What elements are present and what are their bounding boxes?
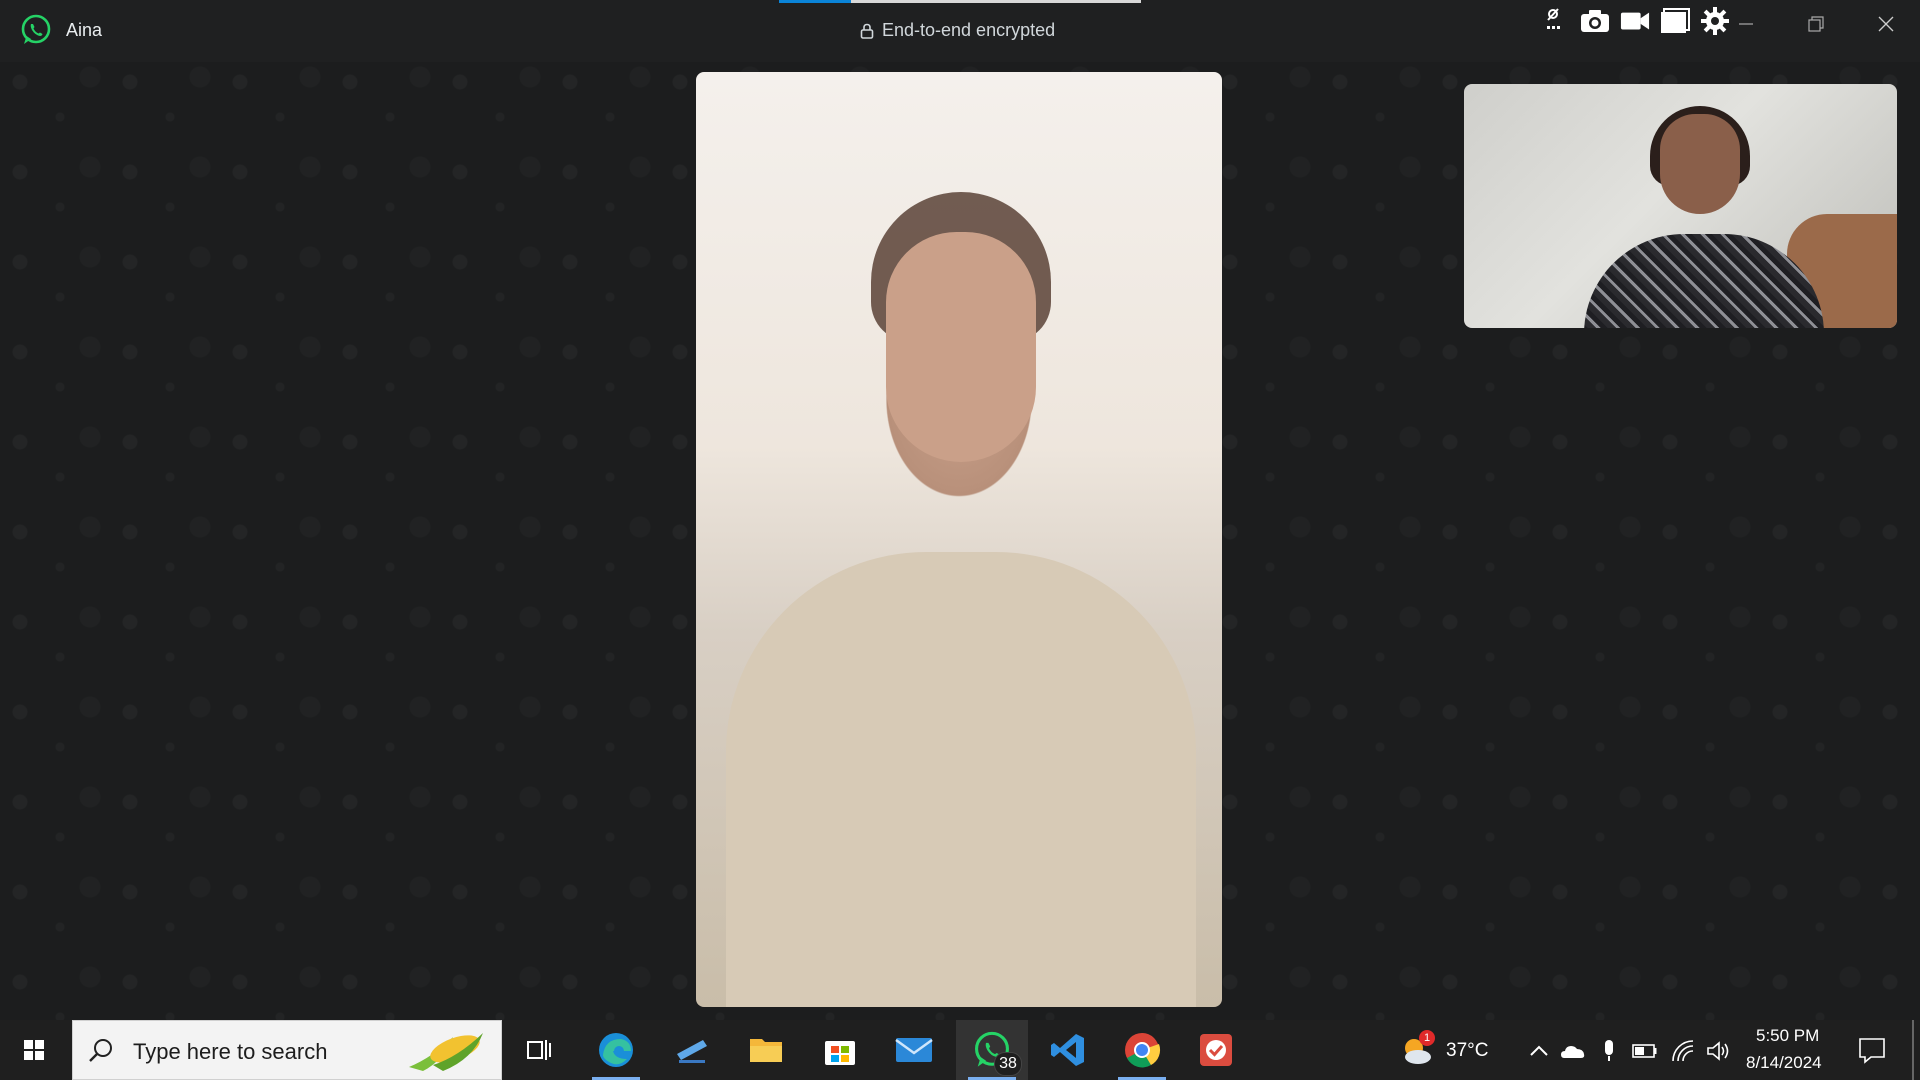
notifications-icon[interactable] — [1858, 1036, 1886, 1064]
taskbar-search-box[interactable]: Type here to search — [72, 1020, 502, 1080]
taskbar-vscode[interactable] — [1032, 1020, 1104, 1080]
encryption-status: End-to-end encrypted — [860, 20, 1055, 41]
remote-participant-body — [726, 552, 1196, 1007]
windows-start-icon[interactable] — [14, 1034, 54, 1066]
taskbar: Type here to search 38 1 37°C 5:50 PM 8/… — [0, 1020, 1920, 1080]
show-desktop-button[interactable] — [1912, 1020, 1914, 1080]
microsoft-store-icon — [825, 1041, 855, 1065]
search-icon — [89, 1039, 112, 1062]
restore-button[interactable] — [1782, 0, 1850, 48]
whatsapp-unread-badge: 38 — [994, 1052, 1022, 1076]
volume-icon[interactable] — [1706, 1038, 1732, 1064]
onedrive-cloud-icon[interactable] — [1560, 1038, 1586, 1064]
weather-temperature[interactable]: 37°C — [1446, 1040, 1488, 1062]
camera-icon[interactable] — [1580, 6, 1610, 36]
close-icon — [1878, 16, 1894, 32]
clock-time[interactable]: 5:50 PM — [1756, 1026, 1819, 1046]
whatsapp-logo-icon — [21, 14, 51, 44]
close-button[interactable] — [1852, 0, 1920, 48]
restore-icon — [1808, 16, 1824, 32]
taskbar-whatsapp[interactable]: 38 — [956, 1020, 1028, 1080]
self-video-preview[interactable] — [1464, 84, 1897, 328]
taskbar-edge[interactable] — [580, 1020, 652, 1080]
file-explorer-icon — [750, 1039, 782, 1062]
minimize-button[interactable] — [1712, 0, 1780, 48]
wifi-icon[interactable] — [1670, 1038, 1696, 1064]
corn-illustration-icon — [409, 1033, 483, 1071]
title-bar: Aina End-to-end encrypted — [0, 0, 1920, 63]
lock-icon — [860, 23, 874, 39]
taskbar-chrome[interactable] — [1106, 1020, 1178, 1080]
clock-date[interactable]: 8/14/2024 — [1746, 1053, 1822, 1073]
weather-alert-badge: 1 — [1419, 1030, 1435, 1046]
battery-icon[interactable] — [1632, 1038, 1658, 1064]
remote-desktop-icon — [677, 1040, 707, 1063]
taskbar-todo[interactable] — [1180, 1020, 1252, 1080]
encryption-label: End-to-end encrypted — [882, 20, 1056, 40]
call-progress-bar — [779, 0, 1141, 3]
screen-share-off-icon[interactable] — [1540, 6, 1570, 36]
taskbar-mail[interactable] — [878, 1020, 950, 1080]
chevron-up-icon[interactable] — [1526, 1038, 1552, 1064]
taskbar-microsoft-store[interactable] — [804, 1020, 876, 1080]
edge-icon — [599, 1033, 633, 1067]
taskbar-file-explorer[interactable] — [730, 1020, 802, 1080]
vscode-icon — [1051, 1034, 1084, 1066]
call-progress-fill — [779, 0, 852, 3]
chrome-icon — [1125, 1033, 1161, 1068]
taskbar-remote-desktop[interactable] — [656, 1020, 728, 1080]
call-toolbar — [1540, 6, 1730, 36]
self-participant-face — [1660, 114, 1740, 214]
task-view-icon — [527, 1040, 551, 1060]
contact-name: Aina — [66, 20, 103, 40]
minimize-icon — [1739, 23, 1753, 25]
video-camera-icon[interactable] — [1620, 6, 1650, 36]
mail-icon — [895, 1038, 933, 1062]
microphone-icon[interactable] — [1596, 1038, 1622, 1064]
remote-participant-face — [886, 232, 1036, 462]
search-placeholder: Type here to search — [133, 1039, 328, 1064]
window-icon[interactable] — [1660, 6, 1690, 36]
remote-video-feed[interactable] — [696, 72, 1222, 1007]
todo-icon — [1200, 1034, 1232, 1066]
taskbar-task-view[interactable] — [504, 1020, 576, 1080]
